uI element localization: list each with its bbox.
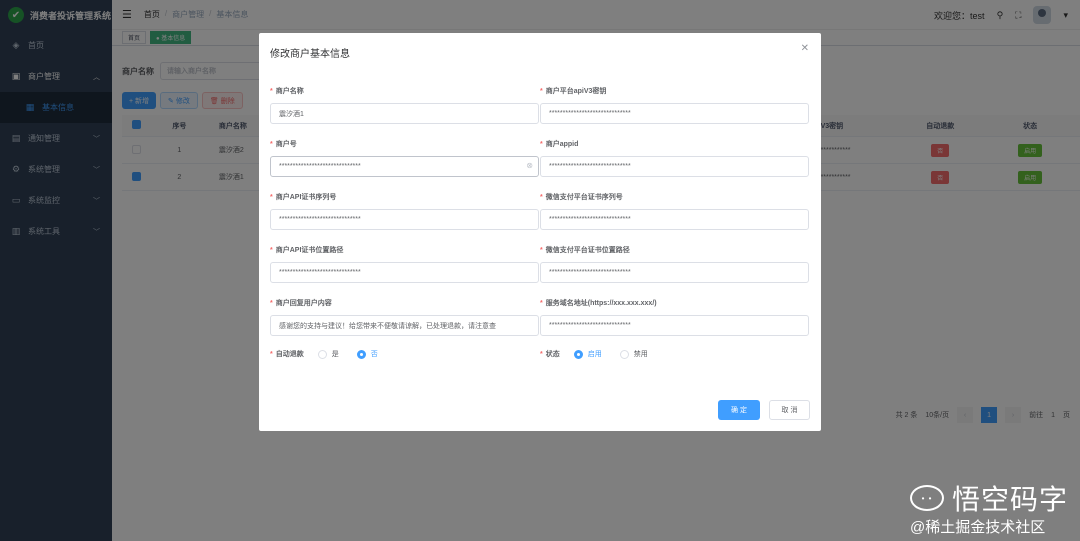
radio-option-no[interactable]: 否 (356, 349, 378, 359)
field-label: 商户API证书序列号 (275, 194, 337, 201)
radio-label: 否 (370, 351, 378, 358)
edit-merchant-dialog: 修改商户基本信息 ✕ * 商户名称 震汐酒1 * 商户平台apiV3密钥 *****… (259, 33, 821, 431)
watermark-sub: @稀土掘金技术社区 (909, 519, 1046, 536)
wechat-cert-path-input[interactable]: ****************************** (540, 262, 809, 283)
auto-refund-radio-group: * 自动退款 是 否 (270, 349, 378, 359)
field-label: 商户名称 (275, 88, 304, 95)
radio-option-yes[interactable]: 是 (317, 349, 339, 359)
wechat-cert-serial-input[interactable]: ****************************** (540, 209, 809, 230)
field-label: 服务域名地址(https://xxx.xxx.xxx/) (545, 300, 657, 307)
wechat-cert-serial-field: * 微信支付平台证书序列号 ***************************… (540, 190, 809, 230)
apiv3-key-field: * 商户平台apiV3密钥 ***************************… (540, 84, 809, 124)
api-cert-path-field: * 商户API证书位置路径 ***************************… (270, 243, 539, 283)
field-label: 商户号 (275, 141, 297, 148)
radio-label: 是 (331, 351, 339, 358)
watermark: • • 悟空码字 @稀土掘金技术社区 (909, 478, 1068, 537)
radio-option-disabled[interactable]: 禁用 (619, 349, 648, 359)
close-icon[interactable]: ✕ (801, 43, 809, 54)
radio-checked-icon (356, 349, 366, 359)
radio-label: 禁用 (633, 351, 648, 358)
cancel-button[interactable]: 取 消 (769, 400, 810, 420)
merchant-name-field: * 商户名称 震汐酒1 (270, 84, 539, 124)
merchant-no-input[interactable]: ****************************** ⊗ (270, 156, 539, 177)
field-label: 状态 (545, 351, 560, 358)
field-label: 商户平台apiV3密钥 (545, 88, 607, 95)
field-label: 商户回复用户内容 (275, 300, 332, 307)
radio-icon (619, 349, 629, 359)
apiv3-key-input[interactable]: ****************************** (540, 103, 809, 124)
api-cert-path-input[interactable]: ****************************** (270, 262, 539, 283)
status-radio-group: * 状态 启用 禁用 (540, 349, 648, 359)
api-cert-serial-input[interactable]: ****************************** (270, 209, 539, 230)
dialog-title: 修改商户基本信息 (270, 49, 350, 60)
service-domain-input[interactable]: ****************************** (540, 315, 809, 336)
radio-option-enabled[interactable]: 启用 (573, 349, 602, 359)
appid-field: * 商户appid ****************************** (540, 137, 809, 177)
watermark-name: 悟空码字 (951, 484, 1068, 515)
radio-checked-icon (573, 349, 583, 359)
field-label: 微信支付平台证书位置路径 (545, 247, 630, 254)
field-label: 自动退款 (275, 351, 304, 358)
radio-label: 启用 (587, 351, 602, 358)
service-domain-field: * 服务域名地址(https://xxx.xxx.xxx/) **********… (540, 296, 809, 336)
merchant-name-input[interactable]: 震汐酒1 (270, 103, 539, 124)
field-label: 商户appid (545, 141, 579, 148)
merchant-no-field: * 商户号 ****************************** ⊗ (270, 137, 539, 177)
api-cert-serial-field: * 商户API证书序列号 ****************************… (270, 190, 539, 230)
input-value: ****************************** (279, 163, 361, 170)
field-label: 商户API证书位置路径 (275, 247, 344, 254)
field-label: 微信支付平台证书序列号 (545, 194, 623, 201)
confirm-button[interactable]: 确 定 (718, 400, 760, 420)
reply-content-field: * 商户回复用户内容 感谢您的支持与建议！给您带来不便敬请谅解，已处理退款，请注意… (270, 296, 539, 336)
reply-content-input[interactable]: 感谢您的支持与建议！给您带来不便敬请谅解，已处理退款，请注意查 (270, 315, 539, 336)
wechat-icon: • • (909, 485, 944, 511)
appid-input[interactable]: ****************************** (540, 156, 809, 177)
clear-icon[interactable]: ⊗ (526, 161, 533, 170)
wechat-cert-path-field: * 微信支付平台证书位置路径 **************************… (540, 243, 809, 283)
radio-icon (317, 349, 327, 359)
